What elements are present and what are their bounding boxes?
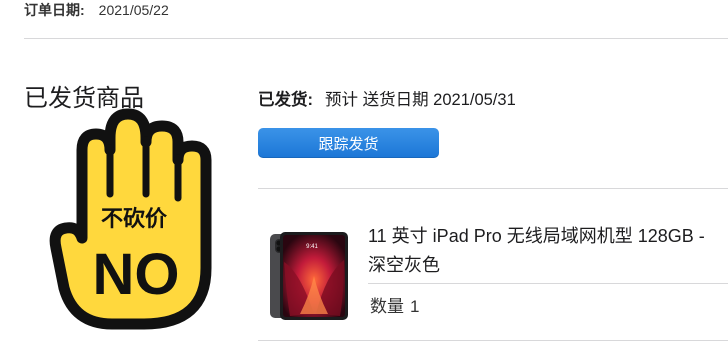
order-date-label: 订单日期: <box>24 2 85 18</box>
delivery-estimate: 预计 送货日期 2021/05/31 <box>325 91 516 109</box>
quantity-label: 数量 <box>370 297 404 316</box>
sticker-text-top: 不砍价 <box>101 206 168 232</box>
shipment-status-label: 已发货: <box>258 91 313 109</box>
sticker-text-bottom: NO <box>93 242 180 307</box>
quantity: 数量 1 <box>370 292 419 317</box>
order-date: 订单日期: 2021/05/22 <box>24 0 169 20</box>
raised-hand-icon: 不砍价 NO <box>49 108 212 330</box>
ipad-pro-image[interactable]: 9:41 <box>270 232 350 327</box>
product-name[interactable]: 11 英寸 iPad Pro 无线局域网机型 128GB - 深空灰色 <box>368 222 713 280</box>
svg-text:9:41: 9:41 <box>306 244 318 250</box>
shipment-status: 已发货: 预计 送货日期 2021/05/31 <box>258 86 516 110</box>
divider-top <box>24 38 728 39</box>
divider-shipment <box>258 188 728 189</box>
no-bargain-sticker: 不砍价 NO <box>48 98 218 339</box>
track-shipment-button[interactable]: 跟踪发货 <box>258 128 439 158</box>
divider-product <box>368 283 728 284</box>
order-date-value: 2021/05/22 <box>98 2 169 18</box>
divider-bottom <box>258 340 728 341</box>
quantity-value: 1 <box>410 297 420 316</box>
ipad-pro-icon: 9:41 <box>270 232 348 320</box>
